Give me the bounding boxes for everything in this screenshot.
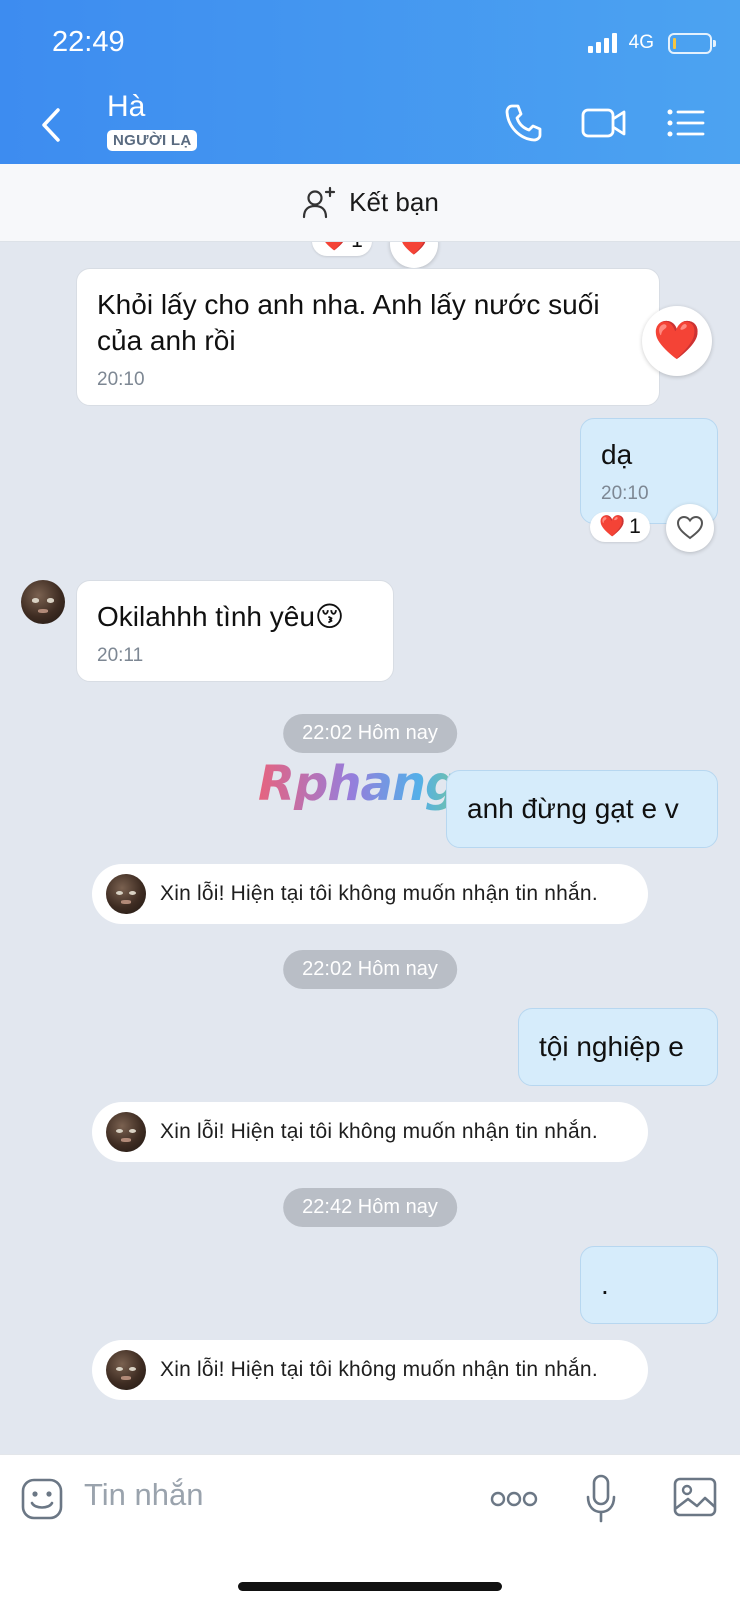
message-text: . bbox=[601, 1269, 609, 1300]
network-type: 4G bbox=[628, 32, 654, 53]
system-notice: Xin lỗi! Hiện tại tôi không muốn nhận ti… bbox=[92, 1340, 648, 1400]
add-friend-icon bbox=[303, 186, 336, 218]
chat-options-button[interactable] bbox=[666, 100, 706, 151]
more-button[interactable] bbox=[490, 1489, 538, 1514]
message-text: Okilahhh tình yêu😚 bbox=[97, 601, 345, 632]
back-chevron-icon bbox=[42, 108, 60, 142]
heart-outline-icon bbox=[676, 515, 704, 540]
menu-list-icon bbox=[667, 109, 705, 137]
react-button[interactable] bbox=[666, 504, 714, 552]
reaction-summary[interactable]: ❤️ 1 bbox=[590, 512, 650, 542]
time-separator: 22:02 Hôm nay bbox=[283, 714, 457, 753]
contact-avatar bbox=[106, 1112, 146, 1152]
more-dots-icon bbox=[490, 1491, 538, 1507]
photo-button[interactable] bbox=[672, 1475, 718, 1524]
message-time: 20:10 bbox=[97, 369, 145, 390]
home-indicator bbox=[238, 1582, 502, 1591]
voice-call-button[interactable] bbox=[500, 100, 546, 151]
reaction-button[interactable]: ❤️ bbox=[390, 242, 438, 268]
status-time: 22:49 bbox=[52, 26, 125, 58]
message-time: 20:11 bbox=[97, 645, 144, 666]
message-list[interactable]: ❤️ 1 ❤️ Khỏi lấy cho anh nha. Anh lấy nư… bbox=[0, 242, 740, 1454]
time-separator: 22:02 Hôm nay bbox=[283, 950, 457, 989]
message-input[interactable]: Tin nhắn bbox=[84, 1477, 204, 1513]
video-call-button[interactable] bbox=[580, 100, 628, 151]
status-indicators: 4G bbox=[587, 32, 716, 54]
reaction-button[interactable]: ❤️ bbox=[642, 306, 712, 376]
reaction-count: 1 bbox=[629, 515, 641, 538]
message-input-bar: Tin nhắn bbox=[0, 1454, 740, 1600]
contact-name[interactable]: Hà bbox=[107, 90, 145, 124]
system-notice: Xin lỗi! Hiện tại tôi không muốn nhận ti… bbox=[92, 864, 648, 924]
system-notice-text: Xin lỗi! Hiện tại tôi không muốn nhận ti… bbox=[160, 1120, 598, 1143]
add-friend-label: Kết bạn bbox=[349, 187, 439, 217]
message-text: dạ bbox=[601, 439, 633, 470]
emoji-sticker-icon bbox=[21, 1478, 63, 1520]
add-friend-bar[interactable]: Kết bạn bbox=[0, 164, 740, 242]
system-notice: Xin lỗi! Hiện tại tôi không muốn nhận ti… bbox=[92, 1102, 648, 1162]
heart-icon: ❤️ bbox=[400, 242, 428, 256]
reaction-count: 1 bbox=[351, 242, 363, 253]
heart-reaction-icon: ❤️ bbox=[599, 515, 626, 538]
outgoing-message[interactable]: tội nghiệp e bbox=[518, 1008, 718, 1086]
phone-icon bbox=[505, 104, 542, 142]
time-separator: 22:42 Hôm nay bbox=[283, 1188, 457, 1227]
emoji-button[interactable] bbox=[20, 1477, 64, 1526]
system-notice-text: Xin lỗi! Hiện tại tôi không muốn nhận ti… bbox=[160, 882, 598, 905]
outgoing-message[interactable]: . bbox=[580, 1246, 718, 1324]
message-text: tội nghiệp e bbox=[539, 1031, 684, 1062]
image-gallery-icon bbox=[673, 1477, 717, 1517]
microphone-icon bbox=[586, 1474, 616, 1523]
video-call-icon bbox=[581, 108, 626, 138]
incoming-message[interactable]: Okilahhh tình yêu😚 20:11 bbox=[76, 580, 394, 682]
system-notice-text: Xin lỗi! Hiện tại tôi không muốn nhận ti… bbox=[160, 1358, 598, 1381]
chat-header: 22:49 4G Hà NGƯỜI LẠ bbox=[0, 0, 740, 164]
message-time: 20:10 bbox=[601, 483, 649, 504]
contact-avatar bbox=[106, 1350, 146, 1390]
message-text: Khỏi lấy cho anh nha. Anh lấy nước suối … bbox=[97, 289, 600, 356]
stranger-badge: NGƯỜI LẠ bbox=[107, 130, 198, 151]
message-text: anh đừng gạt e v bbox=[467, 793, 679, 824]
incoming-message[interactable]: Khỏi lấy cho anh nha. Anh lấy nước suối … bbox=[76, 268, 660, 406]
signal-icon bbox=[587, 33, 617, 53]
battery-icon bbox=[668, 32, 716, 54]
reaction-summary[interactable]: ❤️ 1 bbox=[312, 242, 372, 256]
outgoing-message[interactable]: anh đừng gạt e v bbox=[446, 770, 718, 848]
back-button[interactable] bbox=[34, 100, 70, 150]
contact-avatar bbox=[106, 874, 146, 914]
heart-icon: ❤️ bbox=[653, 320, 701, 362]
contact-avatar[interactable] bbox=[21, 580, 65, 624]
heart-reaction-icon: ❤️ bbox=[321, 242, 347, 253]
voice-record-button[interactable] bbox=[584, 1473, 618, 1530]
